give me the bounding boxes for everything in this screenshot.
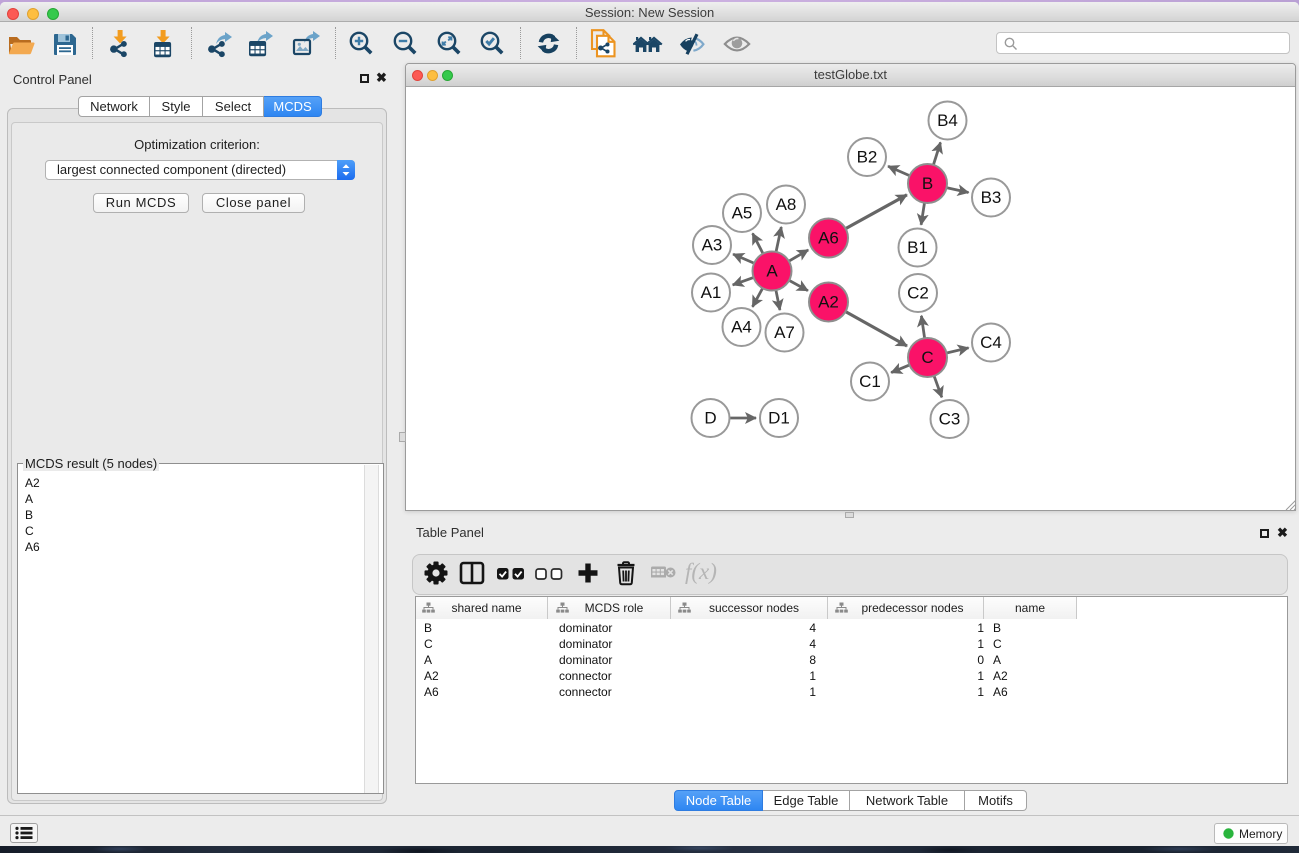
svg-text:B3: B3 — [981, 188, 1002, 207]
svg-text:A6: A6 — [818, 229, 839, 248]
svg-text:A: A — [766, 262, 778, 281]
svg-text:A5: A5 — [732, 204, 753, 223]
svg-text:A8: A8 — [776, 195, 797, 214]
svg-text:C3: C3 — [939, 410, 961, 429]
svg-text:A3: A3 — [702, 236, 723, 255]
svg-text:C4: C4 — [980, 333, 1002, 352]
svg-text:C2: C2 — [907, 284, 929, 303]
svg-text:C: C — [921, 348, 933, 367]
svg-text:A2: A2 — [818, 293, 839, 312]
svg-text:D: D — [704, 409, 716, 428]
svg-text:A7: A7 — [774, 323, 795, 342]
svg-text:B4: B4 — [937, 111, 958, 130]
svg-text:B1: B1 — [907, 238, 928, 257]
svg-text:D1: D1 — [768, 409, 790, 428]
svg-text:B: B — [922, 174, 933, 193]
svg-text:A1: A1 — [701, 283, 722, 302]
svg-text:C1: C1 — [859, 372, 881, 391]
svg-text:A4: A4 — [731, 318, 752, 337]
svg-text:B2: B2 — [857, 148, 878, 167]
